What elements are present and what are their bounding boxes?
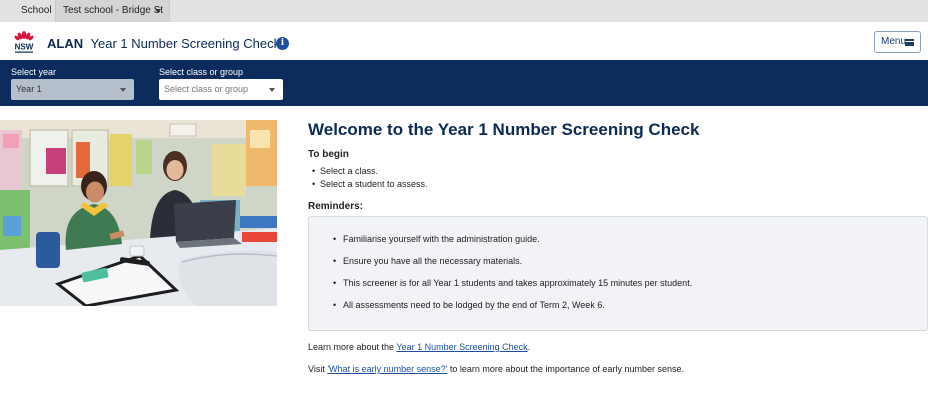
filter-bar: Select year Year 1 Select class or group… [0,60,928,106]
hamburger-icon [905,39,914,46]
list-item: Familiarise yourself with the administra… [333,234,692,256]
learn-suffix: . [527,342,531,352]
visit-text: Visit 'What is early number sense?' to l… [308,364,684,374]
learn-prefix: Learn more about the [308,342,397,352]
class-select-label: Select class or group [159,67,244,77]
list-item: Select a class. [312,166,428,179]
list-item: Ensure you have all the necessary materi… [333,256,692,278]
visit-suffix: to learn more about the importance of ea… [447,364,684,374]
list-item: All assessments need to be lodged by the… [333,300,692,322]
year-select-label: Select year [11,67,57,77]
visit-prefix: Visit [308,364,328,374]
chevron-down-icon [155,9,161,13]
main-content: Welcome to the Year 1 Number Screening C… [308,120,928,374]
page-title: ALAN Year 1 Number Screening Check [47,36,280,51]
app-header: NSW ALAN Year 1 Number Screening Check i… [0,22,928,60]
reminders-panel: Familiarise yourself with the administra… [308,216,928,331]
school-select[interactable]: Test school - Bridge St [55,0,170,22]
school-select-value: Test school - Bridge St [63,5,164,16]
menu-label: Menu [881,36,907,47]
year-select-value: Year 1 [16,84,42,94]
app-title-text: Year 1 Number Screening Check [90,36,281,51]
screening-check-link[interactable]: Year 1 Number Screening Check [396,342,527,352]
to-begin-heading: To begin [308,149,349,160]
list-item: This screener is for all Year 1 students… [333,278,692,300]
logo-text: NSW [15,43,34,52]
list-item: Select a student to assess. [312,179,428,192]
nsw-logo[interactable]: NSW [11,30,37,56]
chevron-down-icon [120,88,126,92]
classroom-photo [0,120,277,306]
menu-button[interactable]: Menu [874,31,921,53]
school-bar: School Test school - Bridge St [0,0,928,22]
year-select[interactable]: Year 1 [11,79,134,100]
class-select[interactable]: Select class or group [159,79,283,100]
number-sense-link[interactable]: 'What is early number sense?' [327,364,447,374]
reminders-heading: Reminders: [308,201,364,212]
info-icon[interactable]: i [276,37,289,50]
reminders-list: Familiarise yourself with the administra… [333,234,692,322]
chevron-down-icon [269,88,275,92]
welcome-heading: Welcome to the Year 1 Number Screening C… [308,120,700,139]
class-select-placeholder: Select class or group [164,84,249,94]
app-short-name: ALAN [47,36,84,51]
school-label: School [21,5,52,16]
to-begin-list: Select a class. Select a student to asse… [312,166,428,192]
learn-more-text: Learn more about the Year 1 Number Scree… [308,342,530,352]
